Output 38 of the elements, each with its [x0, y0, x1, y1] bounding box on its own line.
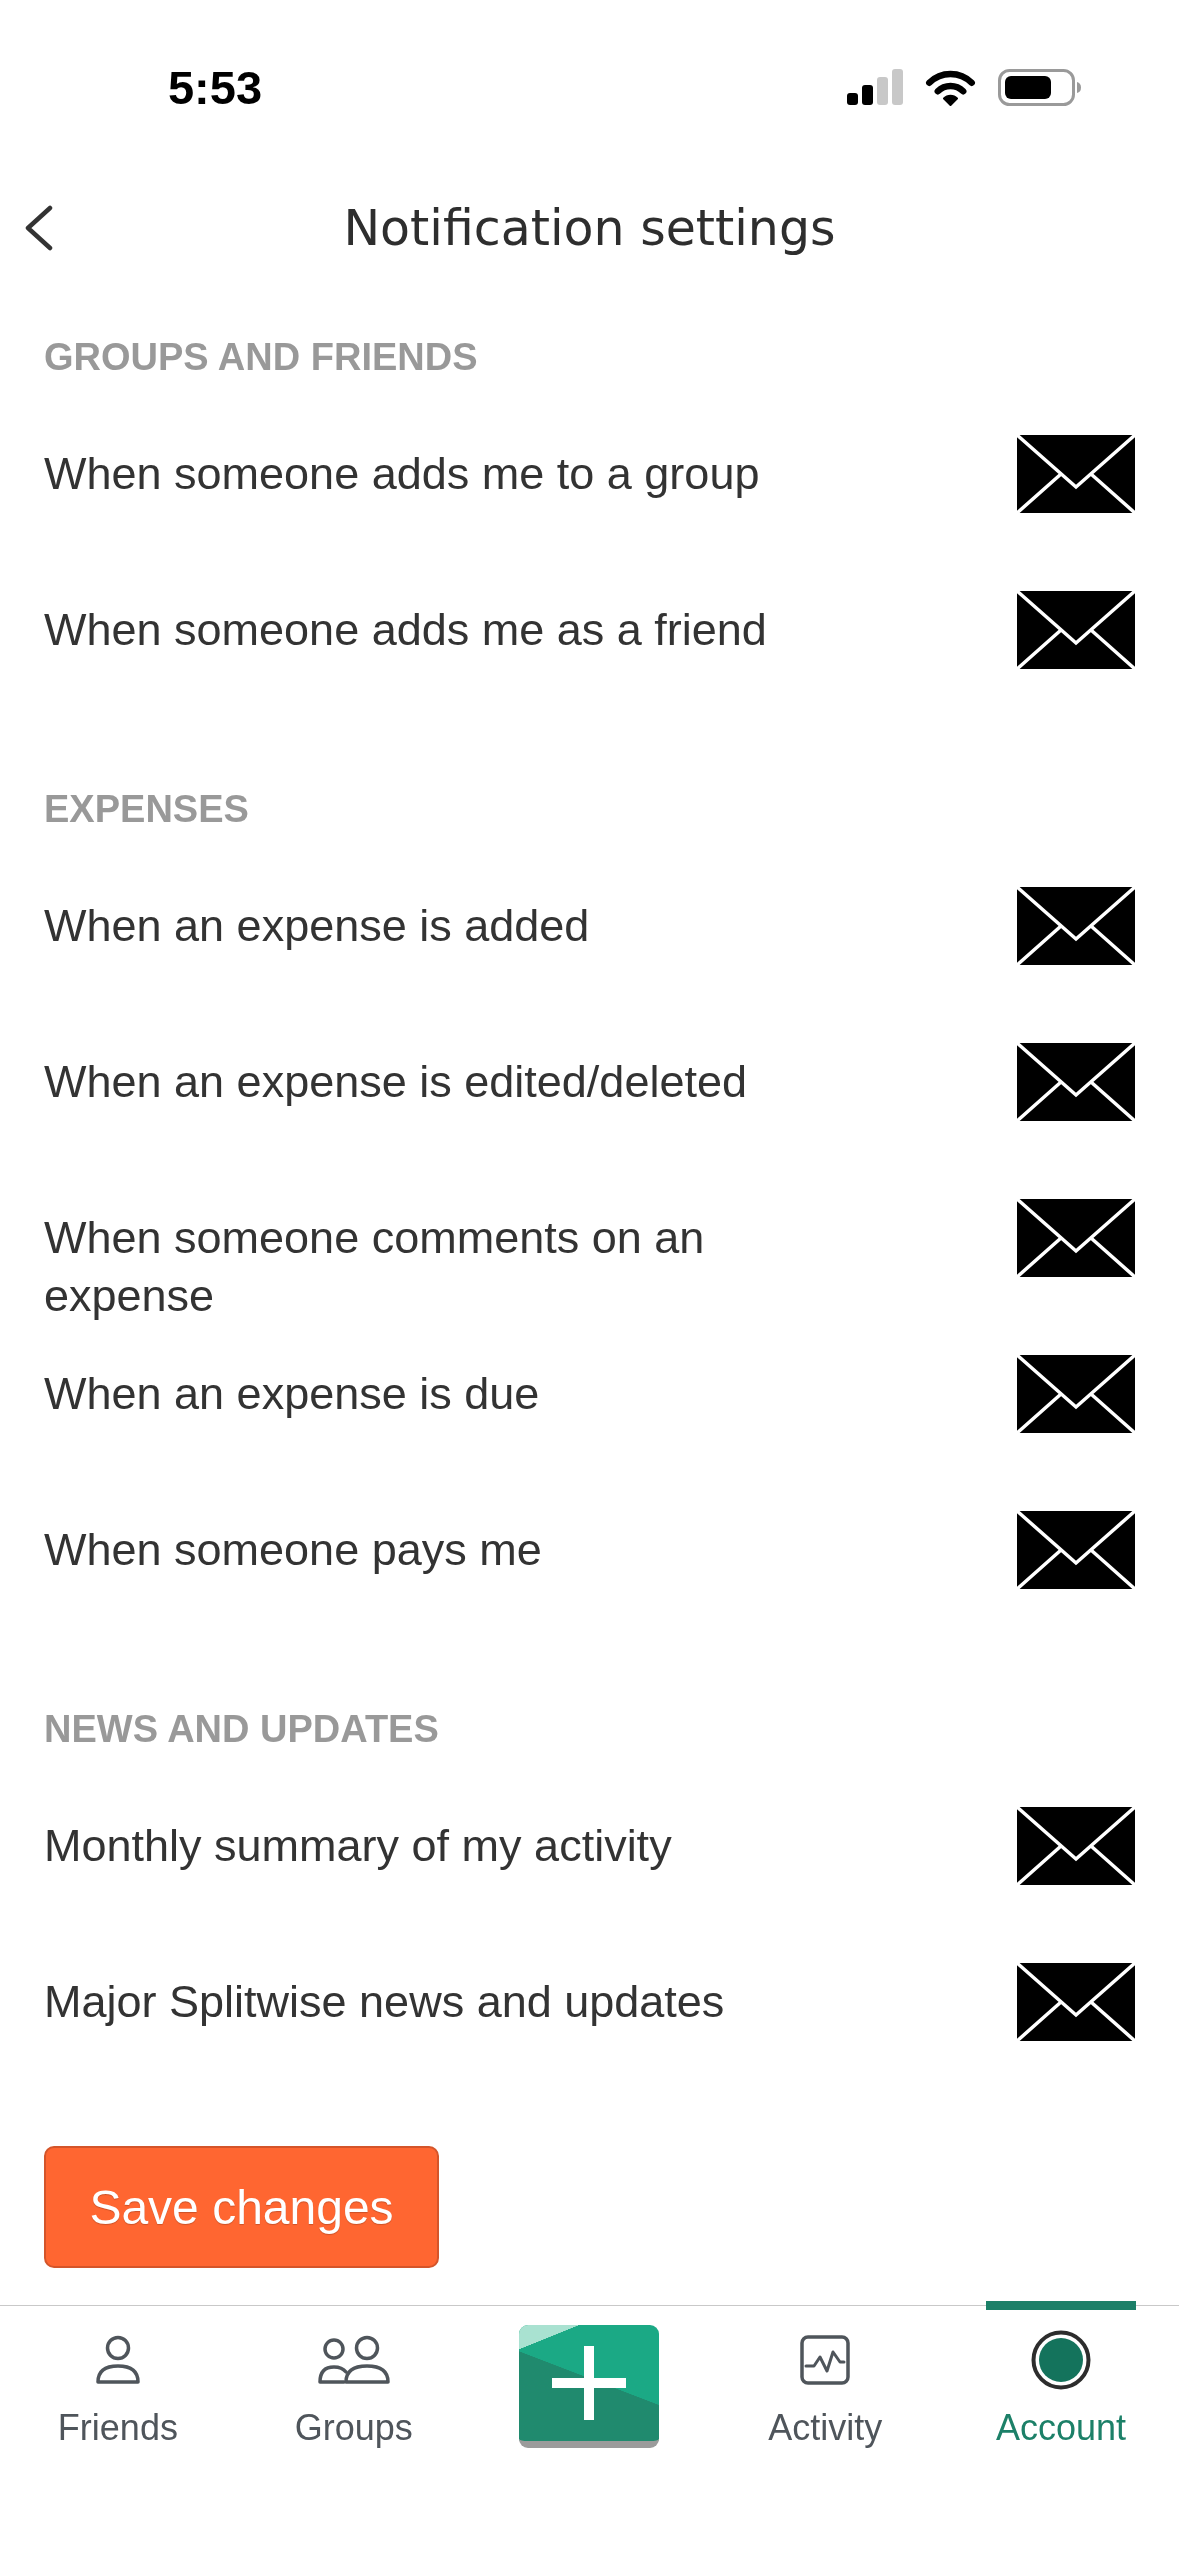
- status-time: 5:53: [166, 59, 264, 115]
- avatar-icon: [1031, 2330, 1092, 2390]
- add-button[interactable]: [519, 2325, 660, 2448]
- section-heading: NEWS AND UPDATES: [43, 1706, 439, 1752]
- person-icon: [93, 2335, 142, 2385]
- plus-icon: [552, 2346, 627, 2420]
- section-heading: GROUPS AND FRIENDS: [43, 334, 478, 380]
- envelope-icon[interactable]: [1017, 1199, 1135, 1277]
- section-heading: EXPENSES: [43, 786, 249, 832]
- setting-label: Monthly summary of my activity: [44, 1819, 672, 1873]
- wifi-icon: [925, 68, 976, 106]
- activity-icon: [800, 2335, 851, 2385]
- group-icon: [316, 2335, 391, 2385]
- envelope-icon[interactable]: [1017, 887, 1135, 965]
- envelope-icon[interactable]: [1017, 1043, 1135, 1121]
- back-button[interactable]: [24, 205, 54, 251]
- tab-button[interactable]: Groups: [278, 2301, 429, 2450]
- setting-label: When an expense is edited/deleted: [44, 1055, 747, 1109]
- setting-label: Major Splitwise news and updates: [44, 1975, 725, 2029]
- setting-label: When an expense is added: [44, 899, 590, 953]
- setting-label: When someone adds me to a group: [44, 447, 760, 501]
- tab-button[interactable]: Account: [986, 2301, 1137, 2450]
- page-title: Notification settings: [342, 199, 837, 257]
- chevron-left-icon: [24, 205, 54, 251]
- envelope-icon[interactable]: [1017, 1963, 1135, 2041]
- setting-label: When an expense is due: [44, 1367, 540, 1421]
- setting-label: When someone adds me as a friend: [44, 603, 767, 657]
- tab-button[interactable]: Friends: [42, 2301, 193, 2450]
- tab-button[interactable]: Activity: [750, 2301, 901, 2450]
- envelope-icon[interactable]: [1017, 1511, 1135, 1589]
- setting-label: When someone pays me: [44, 1523, 542, 1577]
- envelope-icon[interactable]: [1017, 435, 1135, 513]
- signal-icon: [847, 69, 903, 105]
- envelope-icon[interactable]: [1017, 1355, 1135, 1433]
- envelope-icon[interactable]: [1017, 1807, 1135, 1885]
- setting-label: When someone comments on an expense: [44, 1211, 706, 1323]
- envelope-icon[interactable]: [1017, 591, 1135, 669]
- battery-icon: [998, 68, 1081, 106]
